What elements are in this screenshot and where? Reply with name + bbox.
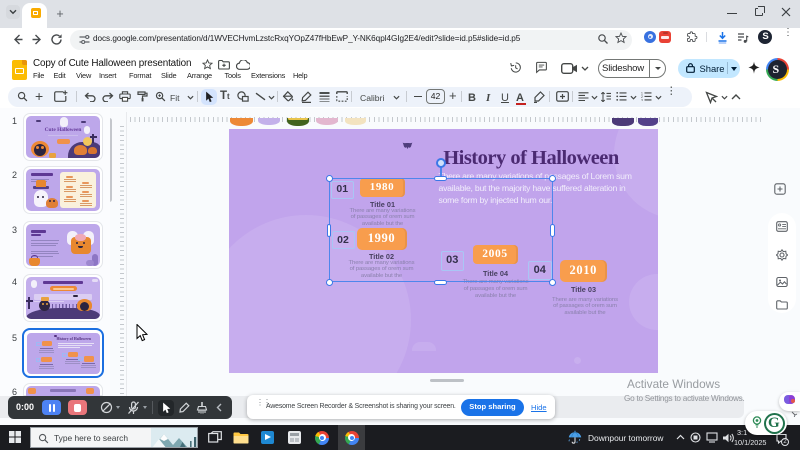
- svg-text:3: 3: [641, 98, 643, 101]
